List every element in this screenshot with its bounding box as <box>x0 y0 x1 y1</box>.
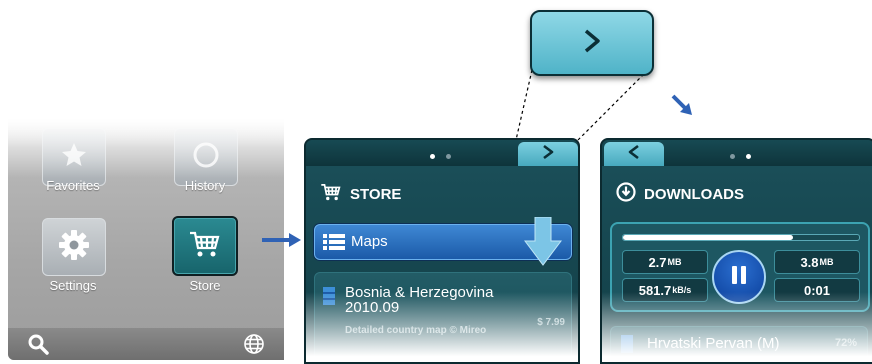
downloaded-unit: MB <box>667 257 682 267</box>
store-content: STORE Maps Bosnia & Herzegovina 2010.09 … <box>306 166 578 362</box>
country-price: $ 7.99 <box>537 317 565 328</box>
main-menu-panel: Favorites History Settings Store <box>8 118 284 360</box>
downloads-screen: DOWNLOADS 2.7MB 3.8MB 581.7kB/s 0:01 <box>600 138 872 364</box>
gear-icon <box>57 228 91 267</box>
speed-value: 581.7 <box>638 282 672 298</box>
download-arrow-icon <box>523 216 563 272</box>
zoomed-next-button <box>530 10 654 76</box>
country-description: Detailed country map © Mireo <box>345 325 487 336</box>
queued-download-item[interactable]: Hrvatski Pervan (M) 72% <box>610 326 868 362</box>
queued-item-percent: 72% <box>834 337 857 349</box>
next-page-button[interactable] <box>518 142 578 166</box>
page-dot-2 <box>746 154 751 159</box>
store-label: Store <box>189 278 221 293</box>
page-dot-1 <box>430 154 435 159</box>
downloads-header: DOWNLOADS <box>616 182 744 206</box>
downloads-content: DOWNLOADS 2.7MB 3.8MB 581.7kB/s 0:01 <box>602 166 872 362</box>
maps-category-row[interactable]: Maps <box>314 216 572 266</box>
chevron-right-icon <box>541 144 555 165</box>
chevron-left-icon <box>627 144 641 165</box>
time-remaining: 0:01 <box>774 278 860 302</box>
download-speed: 581.7 kB/s <box>622 278 708 302</box>
speed-unit: kB/s <box>672 285 692 295</box>
map-file-icon <box>323 287 335 310</box>
downloaded-value: 2.7 <box>648 254 667 270</box>
previous-page-button[interactable] <box>604 142 664 166</box>
star-icon <box>59 140 89 175</box>
map-file-icon <box>621 335 633 358</box>
country-map-item[interactable]: Bosnia & Herzegovina 2010.09 Detailed co… <box>314 272 572 362</box>
settings-tile[interactable] <box>42 218 106 276</box>
download-circle-icon <box>616 182 636 206</box>
cart-icon <box>320 182 342 206</box>
search-icon[interactable] <box>26 332 50 356</box>
menu-bottom-bar <box>8 328 284 360</box>
pause-icon <box>730 265 748 290</box>
page-dot-2 <box>446 154 451 159</box>
queued-item-label: Hrvatski Pervan (M) <box>647 335 780 352</box>
cart-icon <box>188 229 222 264</box>
page-dot-1 <box>730 154 735 159</box>
total-size: 3.8 MB <box>774 250 860 274</box>
arrow-down-right-icon <box>671 94 692 115</box>
favorites-label: Favorites <box>46 178 100 193</box>
store-title: STORE <box>350 185 402 203</box>
store-header: STORE <box>320 182 401 206</box>
downloads-title: DOWNLOADS <box>644 185 744 203</box>
settings-label: Settings <box>49 278 97 293</box>
downloads-tab-strip <box>602 140 872 166</box>
store-tile[interactable] <box>172 216 238 276</box>
store-screen: STORE Maps Bosnia & Herzegovina 2010.09 … <box>304 138 580 364</box>
download-progress-bar <box>622 234 860 241</box>
clock-icon <box>191 140 221 175</box>
total-value: 3.8 <box>800 254 819 270</box>
country-name: Bosnia & Herzegovina 2010.09 <box>345 284 494 316</box>
download-progress-fill <box>623 235 793 240</box>
downloaded-size: 2.7 MB <box>622 250 708 274</box>
pause-button[interactable] <box>712 250 766 304</box>
list-icon <box>323 233 345 256</box>
store-tab-strip <box>306 140 578 166</box>
globe-icon[interactable] <box>242 332 266 356</box>
history-label: History <box>184 178 226 193</box>
active-download-card: 2.7 MB 3.8 MB 581.7 kB/s 0:01 <box>610 222 870 312</box>
chevron-right-icon <box>581 28 603 59</box>
maps-label: Maps <box>351 233 388 250</box>
total-unit: MB <box>819 257 834 267</box>
